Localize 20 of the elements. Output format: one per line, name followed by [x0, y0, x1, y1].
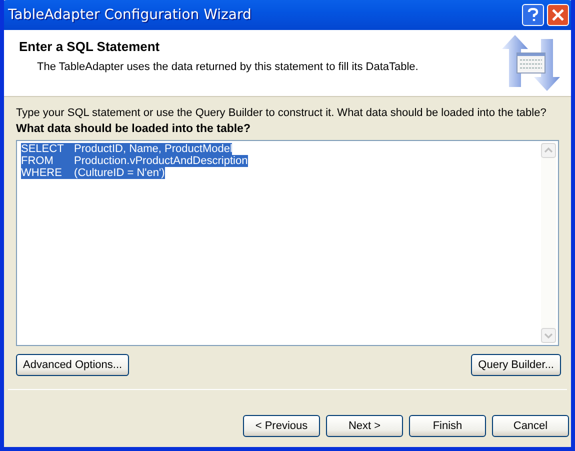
query-builder-button[interactable]: Query Builder...	[471, 354, 561, 376]
wizard-nav-button[interactable]: Finish	[409, 415, 486, 437]
scroll-bar[interactable]	[541, 143, 556, 343]
sql-text-area[interactable]: SELECT ProductID, Name, ProductModel FROM Production.vProductAndDescription WHERE (CultureID = N'en')	[16, 140, 559, 346]
sql-label: What data should be loaded into the table?	[16, 123, 252, 135]
wizard-nav-button[interactable]: < Previous	[243, 415, 320, 437]
help-icon	[527, 8, 539, 22]
help-button[interactable]	[522, 4, 544, 26]
close-button[interactable]	[547, 4, 569, 26]
instructions-text: Type your SQL statement or use the Query Builder to construct it. What data should be loaded into the table?	[16, 107, 546, 119]
data-transfer-icon	[501, 33, 561, 93]
advanced-options-button[interactable]: Advanced Options...	[16, 354, 130, 376]
window-title: TableAdapter Configuration Wizard	[8, 7, 252, 23]
close-icon	[552, 9, 564, 21]
wizard-nav-button[interactable]: Next >	[326, 415, 403, 437]
page-description: The TableAdapter uses the data returned by this statement to fill its DataTable.	[37, 61, 418, 73]
page-title: Enter a SQL Statement	[19, 39, 161, 54]
scroll-down-icon[interactable]	[541, 328, 556, 343]
wizard-nav-button[interactable]: Cancel	[492, 415, 569, 437]
scroll-up-icon[interactable]	[541, 143, 556, 158]
